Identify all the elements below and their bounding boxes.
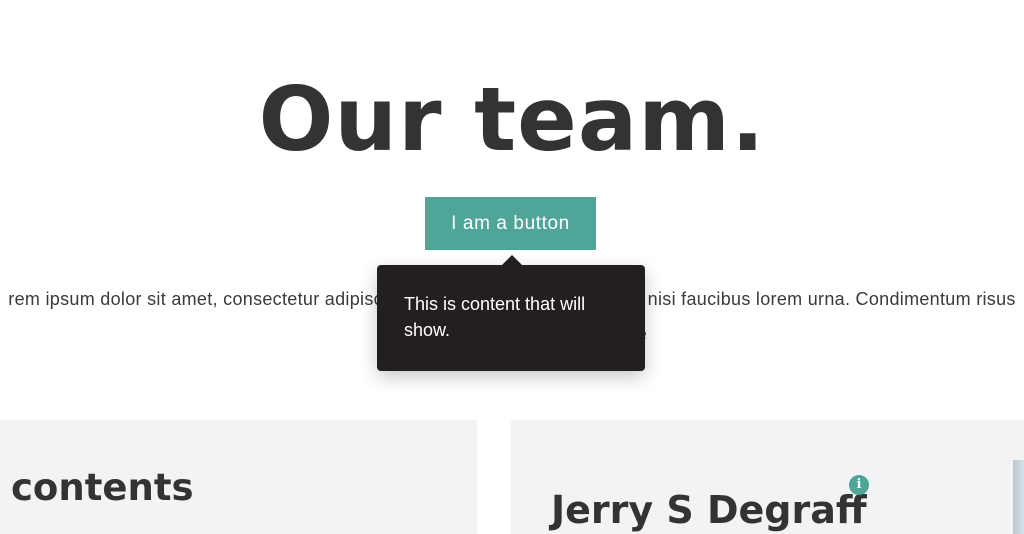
contents-card: contents	[0, 420, 477, 534]
page-title: Our team.	[258, 68, 766, 171]
team-member-name: Jerry S Degraff	[551, 488, 867, 532]
primary-button[interactable]: I am a button	[425, 197, 596, 250]
tooltip-arrow	[501, 255, 523, 266]
tooltip: This is content that will show.	[377, 265, 645, 371]
info-icon[interactable]: i	[849, 475, 869, 495]
team-member-card: Jerry S Degraff i	[511, 420, 1024, 534]
contents-card-title: contents	[11, 466, 194, 509]
team-member-photo	[1013, 460, 1024, 534]
